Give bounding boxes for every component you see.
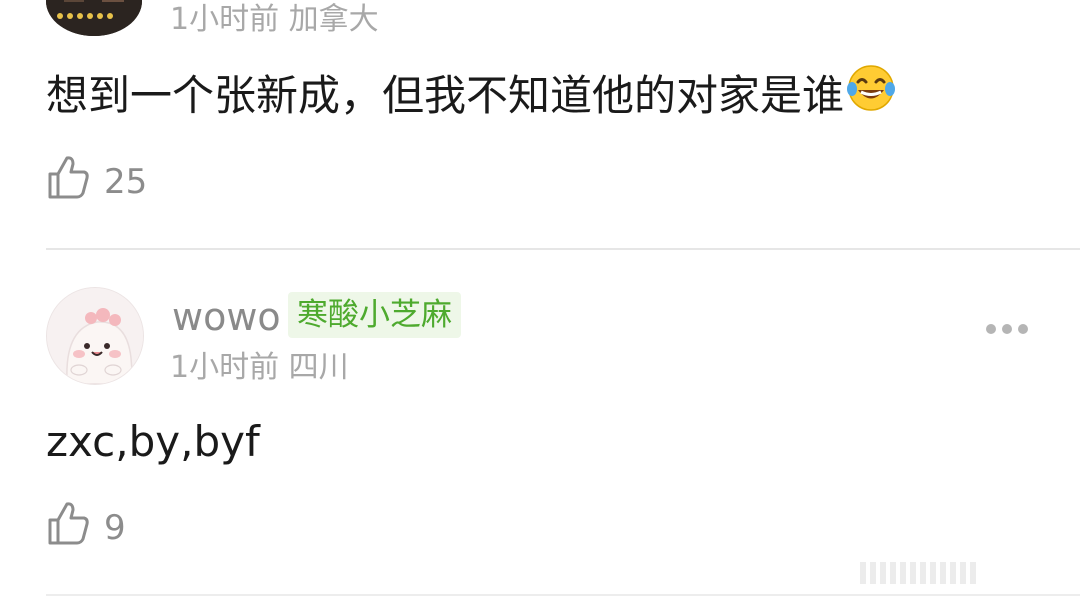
username[interactable]: wowo (172, 295, 281, 339)
comment-body: zxc,by,byf (46, 417, 260, 466)
comment-text: 想到一个张新成，但我不知道他的对家是谁 (46, 64, 896, 127)
more-options-icon[interactable] (986, 324, 1028, 334)
divider (46, 594, 1080, 596)
comment-time: 1小时前 (170, 350, 280, 385)
comment-time: 1小时前 (170, 2, 280, 37)
comment-feed: 1小时前 加拿大 想到一个张新成，但我不知道他的对家是谁 25 wowo 寒酸小… (0, 0, 1080, 600)
comment-meta: 1小时前 四川 (170, 348, 349, 388)
dot (1002, 324, 1012, 334)
like-button[interactable]: 25 (46, 154, 147, 209)
comment-location: 加拿大 (288, 2, 379, 37)
like-count: 9 (104, 507, 126, 548)
comment-text: zxc,by,byf (46, 414, 260, 470)
comment-location: 四川 (288, 350, 349, 385)
watermark (860, 562, 976, 584)
thumbs-up-icon (46, 500, 90, 555)
like-button[interactable]: 9 (46, 500, 126, 555)
like-count: 25 (104, 161, 148, 202)
laughing-with-tears-emoji-icon (846, 63, 896, 127)
avatar[interactable] (46, 0, 142, 36)
user-badge[interactable]: 寒酸小芝麻 (288, 292, 461, 338)
dot (1018, 324, 1028, 334)
dot (986, 324, 996, 334)
comment-body: 想到一个张新成，但我不知道他的对家是谁 (46, 71, 845, 120)
divider (46, 248, 1080, 250)
comment-meta: 1小时前 加拿大 (170, 0, 379, 40)
thumbs-up-icon (46, 154, 90, 209)
avatar[interactable] (46, 287, 144, 385)
